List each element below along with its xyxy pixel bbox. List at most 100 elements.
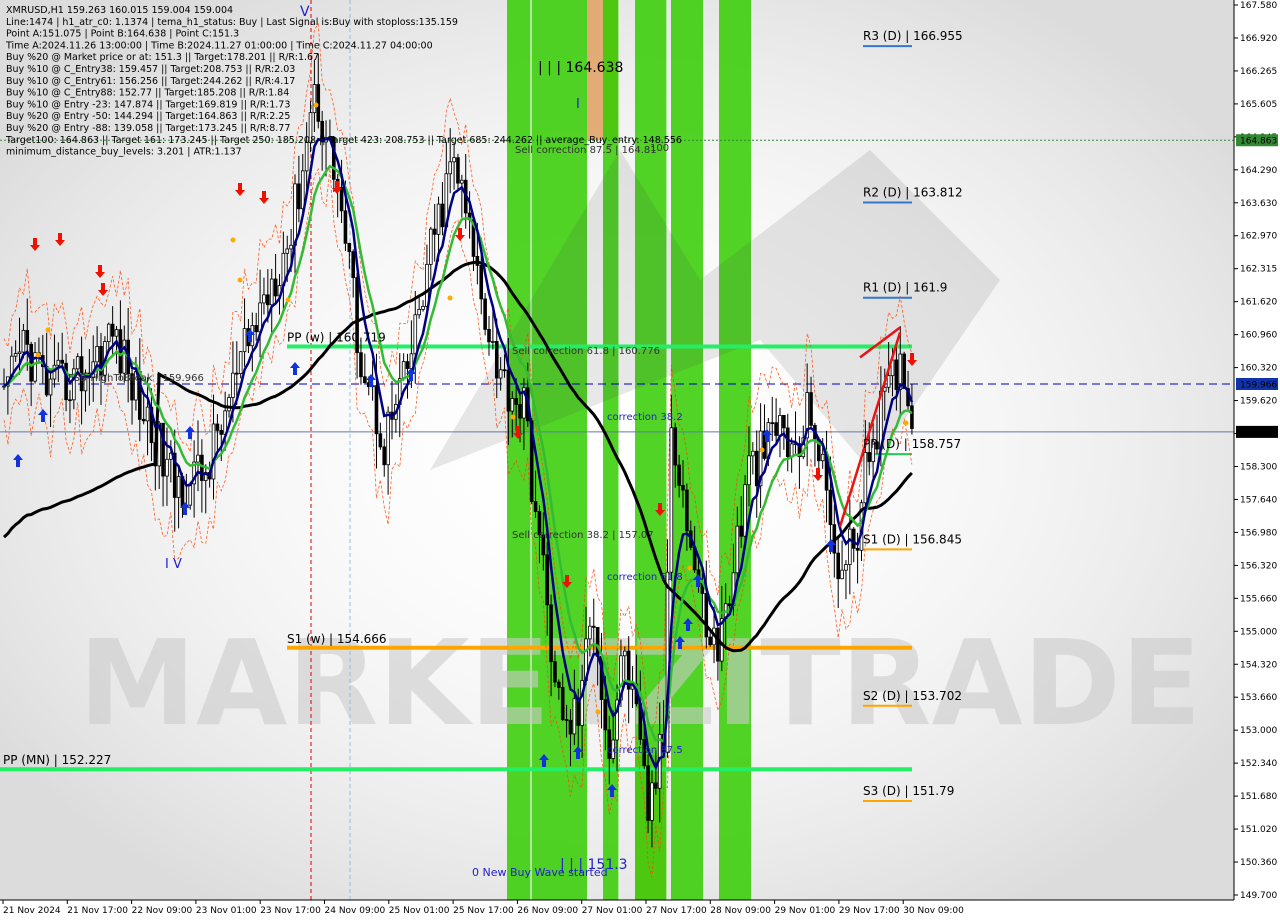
- candle-body: [716, 627, 720, 662]
- candle-body: [215, 423, 220, 431]
- current-price-tag: 159.004: [1240, 428, 1277, 438]
- price-tick-label: 151.680: [1240, 792, 1277, 802]
- candle-body: [514, 398, 518, 405]
- price-tick-label: 149.700: [1240, 891, 1277, 901]
- signal-dot: [759, 447, 765, 453]
- candle-body: [646, 765, 650, 821]
- candle-body: [789, 443, 794, 457]
- candle-body: [533, 501, 538, 512]
- info-line: Target100: 164.863 || Target 161: 173.24…: [5, 135, 682, 146]
- candle-body: [339, 187, 344, 212]
- candle-body: [603, 699, 608, 731]
- sell-correction-87-label: Sell correction 87.5 | 164.81: [515, 145, 657, 156]
- daily-level-label-s3_d: S3 (D) | 151.79: [863, 784, 954, 798]
- point-b-label: | | | 164.638: [538, 60, 623, 76]
- target-price-tag: 164.863: [1240, 137, 1277, 147]
- daily-level-label-pp_d: PP (D) | 158.757: [863, 437, 961, 451]
- chart-window: MARKETZITRADE R3 (D) | 166.955 R2 (D) | 1…: [0, 0, 1280, 920]
- candle-body: [557, 681, 561, 688]
- candle-body: [479, 264, 484, 300]
- time-tick-label: 27 Nov 01:00: [582, 906, 643, 916]
- candle-body: [669, 427, 674, 573]
- time-band: [719, 0, 751, 900]
- candle-body: [114, 329, 119, 337]
- candle-body: [161, 422, 165, 477]
- candle-body: [623, 650, 627, 657]
- price-chart[interactable]: MARKETZITRADE R3 (D) | 166.955R2 (D) | 1…: [0, 0, 1280, 920]
- candle-body: [386, 411, 390, 466]
- candle-body: [751, 450, 755, 457]
- candle-body: [374, 385, 379, 435]
- price-tick-label: 153.000: [1240, 726, 1277, 736]
- daily-level-label-s2_d: S2 (D) | 153.702: [863, 689, 962, 703]
- candle-body: [68, 399, 72, 402]
- candle-body: [176, 476, 181, 498]
- candle-body: [196, 454, 200, 463]
- wave-iv-label: I V: [165, 557, 182, 572]
- info-line: XMRUSD,H1 159.263 160.015 159.004 159.00…: [6, 5, 233, 16]
- signal-dot: [595, 709, 601, 715]
- price-tick-label: 152.340: [1240, 759, 1277, 769]
- candle-body: [902, 353, 906, 389]
- candle-body: [727, 603, 732, 607]
- wave-i-label: I: [576, 97, 580, 112]
- signal-dot: [45, 327, 51, 333]
- candle-body: [417, 308, 421, 316]
- candle-body: [413, 314, 418, 355]
- price-tick-label: 165.605: [1240, 100, 1277, 110]
- time-tick-label: 29 Nov 01:00: [775, 906, 836, 916]
- candle-body: [428, 228, 433, 265]
- candle-body: [17, 351, 22, 354]
- candle-body: [820, 453, 825, 462]
- candle-body: [401, 361, 406, 380]
- candle-body: [188, 483, 193, 506]
- candle-body: [200, 454, 204, 481]
- price-tick-label: 162.970: [1240, 232, 1277, 242]
- correction-61-label: correction 61.8: [607, 572, 683, 583]
- time-tick-label: 29 Nov 17:00: [839, 906, 900, 916]
- candle-body: [828, 489, 833, 526]
- candle-body: [75, 356, 80, 370]
- pp-monthly-label: PP (MN) | 152.227: [3, 753, 111, 767]
- fsb-price-tag: 159.966: [1240, 380, 1277, 390]
- candle-body: [782, 415, 786, 429]
- info-line: Line:1474 | h1_atr_c0: 1.1374 | tema_h1_…: [6, 17, 458, 28]
- time-tick-label: 21 Nov 2024: [3, 906, 61, 916]
- time-tick-label: 24 Nov 09:00: [325, 906, 386, 916]
- candle-body: [304, 142, 309, 172]
- candle-body: [494, 341, 499, 379]
- signal-dot: [687, 565, 693, 571]
- signal-dot: [237, 277, 243, 283]
- candle-body: [673, 427, 678, 466]
- candle-body: [440, 203, 445, 228]
- info-line: Buy %10 @ C_Entry61: 156.256 || Target:2…: [6, 76, 295, 87]
- daily-level-label-s1_d: S1 (D) | 156.845: [863, 532, 962, 546]
- time-tick-label: 22 Nov 09:00: [132, 906, 193, 916]
- candle-body: [739, 525, 743, 537]
- signal-dot: [230, 237, 236, 243]
- time-tick-label: 23 Nov 17:00: [260, 906, 321, 916]
- candle-body: [351, 251, 355, 278]
- candle-body: [165, 458, 169, 477]
- fsb-label: FSB-HighToBreak | 159.966: [68, 373, 204, 384]
- candle-body: [650, 782, 654, 821]
- candle-body: [300, 170, 305, 210]
- price-tick-label: 164.290: [1240, 166, 1277, 176]
- candle-body: [238, 351, 243, 374]
- price-tick-label: 159.620: [1240, 397, 1277, 407]
- candle-body: [502, 369, 507, 372]
- time-tick-label: 25 Nov 17:00: [453, 906, 514, 916]
- candle-body: [25, 329, 30, 345]
- candle-body: [436, 203, 441, 235]
- candle-body: [273, 278, 278, 297]
- candle-body: [262, 294, 266, 304]
- candle-body: [770, 422, 775, 425]
- candle-body: [677, 464, 681, 486]
- signal-dot: [285, 297, 291, 303]
- candle-body: [685, 489, 689, 532]
- candle-body: [867, 452, 872, 462]
- candle-body: [840, 569, 844, 580]
- info-line: Buy %20 @ Entry -88: 139.058 || Target:1…: [6, 123, 290, 134]
- price-tick-label: 160.960: [1240, 331, 1277, 341]
- candle-body: [848, 528, 852, 565]
